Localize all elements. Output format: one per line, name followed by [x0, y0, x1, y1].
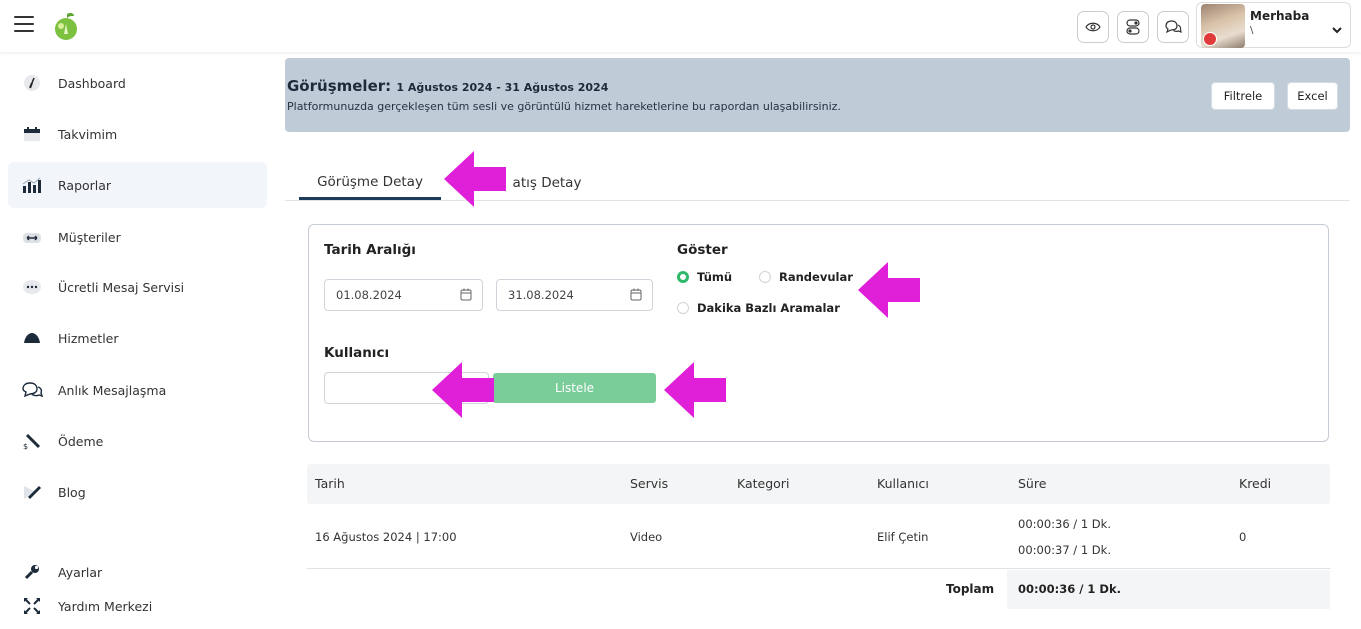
annotation-arrow-icon	[444, 151, 506, 207]
top-bar: Merhaba \	[0, 0, 1361, 52]
calendar-icon	[20, 124, 44, 144]
cell-sure: 00:00:36 / 1 Dk.	[1018, 517, 1111, 531]
date-range-label: Tarih Aralığı	[324, 242, 416, 258]
chat-bubbles-icon	[20, 380, 44, 400]
users-icon	[20, 227, 44, 247]
user-menu[interactable]: Merhaba \	[1196, 2, 1351, 48]
radio-minute-calls[interactable]: Dakika Bazlı Aramalar	[677, 301, 840, 315]
calendar-icon	[460, 288, 472, 304]
sidebar-item-label: Raporlar	[58, 177, 112, 193]
sidebar-item-hizmetler[interactable]: Hizmetler	[8, 315, 267, 361]
start-date-value: 01.08.2024	[336, 288, 402, 302]
messages-icon[interactable]	[1157, 11, 1189, 43]
wrench-icon	[20, 562, 44, 582]
column-header[interactable]: Kullanıcı	[877, 476, 929, 491]
sidebar-item-yardim-merkezi[interactable]: Yardım Merkezi	[8, 583, 267, 629]
user-greeting: Merhaba	[1250, 9, 1310, 23]
end-date-value: 31.08.2024	[508, 288, 574, 302]
sidebar-item-label: Ödeme	[58, 433, 104, 449]
sidebar-item-odeme[interactable]: $ Ödeme	[8, 418, 267, 464]
cell-kredi: 0	[1239, 530, 1247, 544]
column-header[interactable]: Kredi	[1239, 476, 1271, 491]
cell-tarih: 16 Ağustos 2024 | 17:00	[315, 530, 457, 544]
show-label: Göster	[677, 242, 728, 258]
user-label: Kullanıcı	[324, 345, 390, 361]
excel-button[interactable]: Excel	[1287, 82, 1338, 110]
sidebar: Dashboard Takvimim Raporlar Müşteriler Ü…	[0, 52, 275, 623]
cell-servis: Video	[630, 530, 663, 544]
help-arrows-icon	[20, 596, 44, 616]
sidebar-item-musteriler[interactable]: Müşteriler	[8, 214, 267, 260]
total-label: Toplam	[946, 582, 995, 596]
dashboard-gauge-icon	[20, 73, 44, 93]
pencil-icon	[20, 482, 44, 502]
sidebar-item-label: Blog	[58, 484, 86, 500]
page-title-label: Görüşmeler:	[287, 77, 392, 95]
column-header[interactable]: Süre	[1018, 476, 1046, 491]
status-dot	[1203, 32, 1217, 46]
cell-kullanici: Elif Çetin	[877, 530, 929, 544]
start-date-input[interactable]: 01.08.2024	[324, 279, 483, 311]
sidebar-item-label: Hizmetler	[58, 330, 119, 346]
calendar-icon	[630, 288, 642, 304]
annotation-arrow-icon	[858, 262, 920, 318]
payment-icon: $	[20, 431, 44, 451]
bar-chart-icon	[20, 175, 44, 195]
radio-appointments-label: Randevular	[779, 270, 853, 284]
menu-icon[interactable]	[14, 16, 34, 32]
sidebar-item-label: Ayarlar	[58, 564, 103, 580]
user-subtitle: \	[1250, 25, 1254, 36]
sidebar-item-anlik-mesajlasma[interactable]: Anlık Mesajlaşma	[8, 367, 267, 413]
chat-dots-icon	[20, 277, 44, 297]
list-button[interactable]: Listele	[493, 373, 656, 403]
sidebar-item-label: Müşteriler	[58, 229, 121, 245]
sidebar-item-label: Ücretli Mesaj Servisi	[58, 279, 185, 295]
page-title: Görüşmeler: 1 Ağustos 2024 - 31 Ağustos …	[287, 77, 608, 95]
sidebar-item-label: Anlık Mesajlaşma	[58, 382, 167, 398]
column-header[interactable]: Servis	[630, 476, 668, 491]
table-header: Tarih Servis Kategori Kullanıcı Süre Kre…	[307, 464, 1330, 504]
radio-minute-calls-label: Dakika Bazlı Aramalar	[697, 301, 840, 315]
total-value: 00:00:36 / 1 Dk.	[1018, 582, 1121, 596]
sidebar-item-raporlar[interactable]: Raporlar	[8, 162, 267, 208]
column-header[interactable]: Tarih	[315, 476, 345, 491]
radio-selected-indicator	[677, 271, 689, 283]
sidebar-item-label: Yardım Merkezi	[58, 598, 153, 614]
cell-sure: 00:00:37 / 1 Dk.	[1018, 543, 1111, 557]
app-logo[interactable]	[52, 10, 82, 42]
radio-appointments[interactable]: Randevular	[759, 270, 853, 284]
services-icon	[20, 328, 44, 348]
table-footer: Toplam 00:00:36 / 1 Dk.	[307, 570, 1330, 609]
annotation-arrow-icon	[664, 362, 726, 418]
sidebar-item-label: Dashboard	[58, 75, 126, 91]
tab-gorusme-detay[interactable]: Görüşme Detay	[299, 166, 441, 200]
report-banner: Görüşmeler: 1 Ağustos 2024 - 31 Ağustos …	[285, 58, 1350, 132]
filter-button[interactable]: Filtrele	[1211, 82, 1275, 110]
sidebar-item-dashboard[interactable]: Dashboard	[8, 60, 267, 106]
sidebar-item-takvimim[interactable]: Takvimim	[8, 111, 267, 157]
eye-icon[interactable]	[1077, 11, 1109, 43]
table-row[interactable]: 16 Ağustos 2024 | 17:00 Video Elif Çetin…	[307, 504, 1330, 569]
annotation-arrow-icon	[432, 362, 494, 418]
toggle-settings-icon[interactable]	[1117, 11, 1149, 43]
sidebar-item-ucretli-mesaj[interactable]: Ücretli Mesaj Servisi	[8, 264, 267, 310]
column-header[interactable]: Kategori	[737, 476, 789, 491]
avatar	[1201, 4, 1245, 48]
svg-text:$: $	[23, 442, 28, 450]
page-date-range: 1 Ağustos 2024 - 31 Ağustos 2024	[396, 81, 609, 94]
radio-indicator	[759, 271, 771, 283]
chevron-down-icon[interactable]	[1332, 19, 1342, 38]
sidebar-item-blog[interactable]: Blog	[8, 469, 267, 515]
radio-all-label: Tümü	[697, 270, 733, 284]
radio-all[interactable]: Tümü	[677, 270, 732, 284]
end-date-input[interactable]: 31.08.2024	[496, 279, 653, 311]
sidebar-item-label: Takvimim	[58, 126, 118, 142]
radio-indicator	[677, 302, 689, 314]
page-description: Platformunuzda gerçekleşen tüm sesli ve …	[287, 100, 841, 113]
tab-satis-detay[interactable]: atış Detay	[511, 166, 583, 200]
